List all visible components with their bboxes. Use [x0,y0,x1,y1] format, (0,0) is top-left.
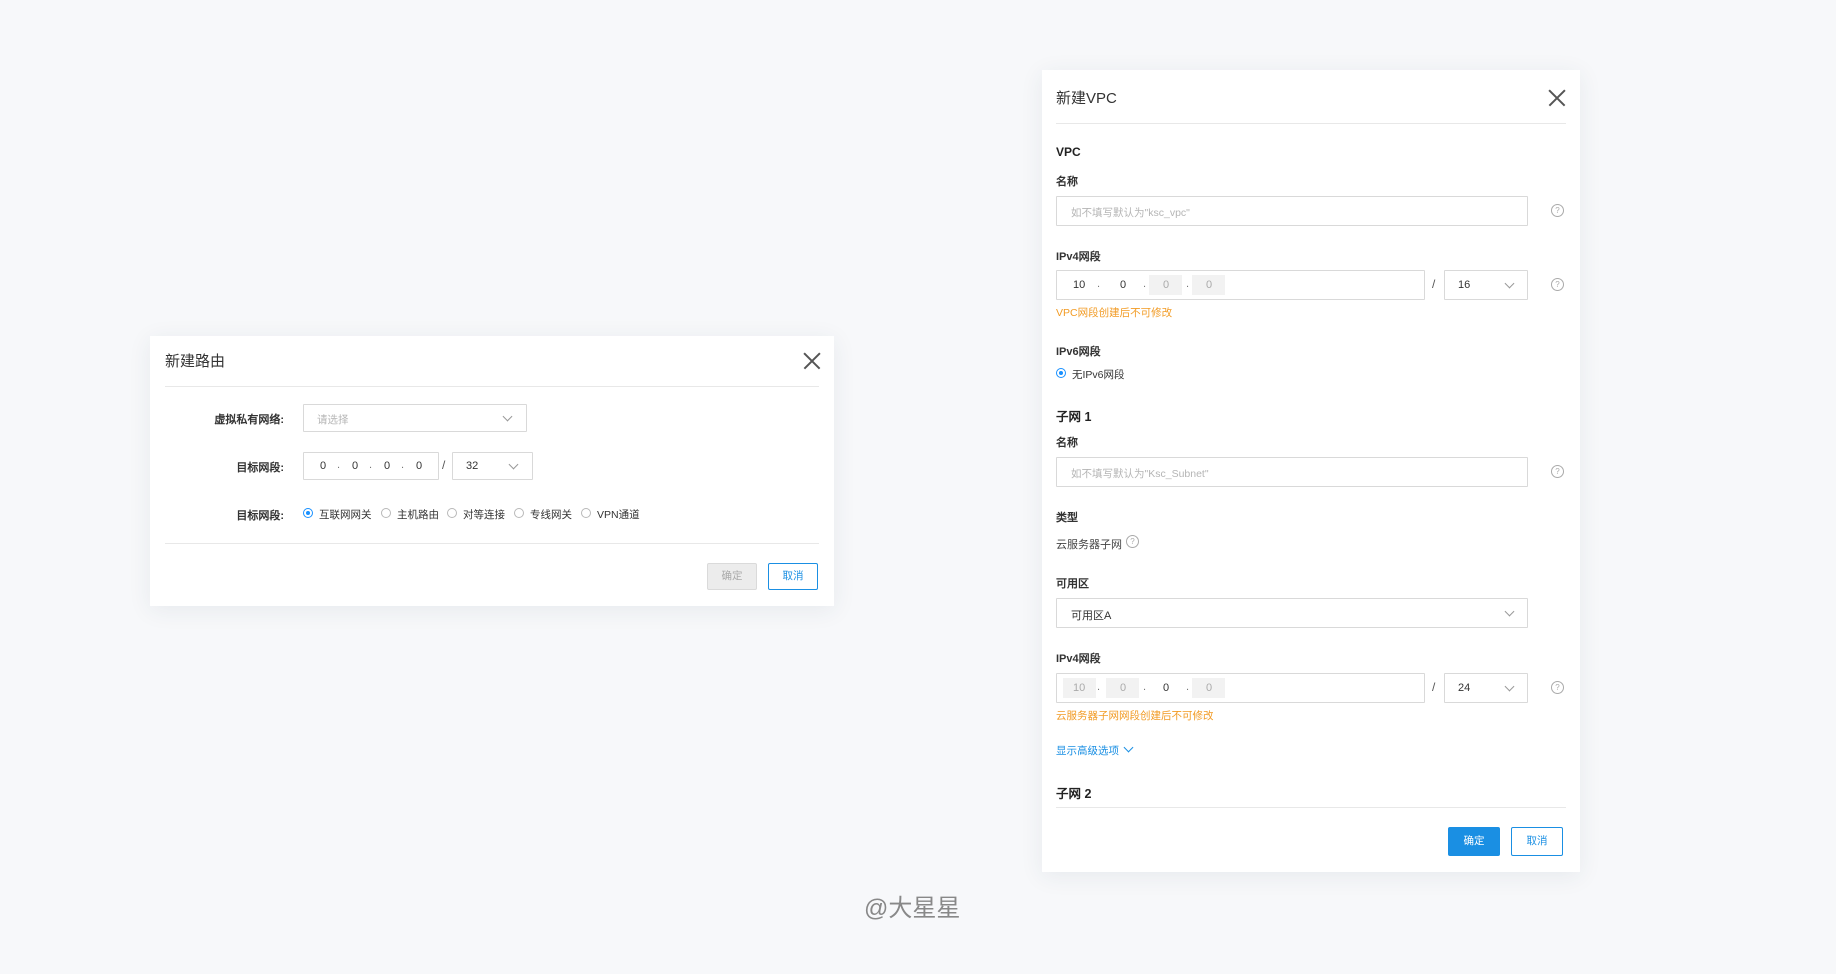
next-hop-label: 目标网段: [236,510,284,522]
close-icon[interactable] [1548,89,1566,107]
vpc-name-input[interactable]: 如不填写默认为"ksc_vpc" [1056,196,1528,226]
name-label: 名称 [1056,176,1078,188]
dialog-title: 新建VPC [1056,90,1117,107]
radio-vpn[interactable] [581,508,591,518]
help-icon[interactable]: ? [1551,278,1564,291]
section-subnet-2: 子网 2 [1056,787,1092,801]
ip-octet-1[interactable]: 10 [1073,279,1085,291]
vpc-name-placeholder: 如不填写默认为"ksc_vpc" [1071,207,1190,219]
ipv4-warning: VPC网段创建后不可修改 [1056,307,1173,319]
ip-octet-1: 10 [1073,682,1086,694]
new-vpc-dialog: 新建VPC VPC 名称 如不填写默认为"ksc_vpc" ? IPv4网段 1… [1042,70,1580,872]
radio-peering[interactable] [447,508,457,518]
ip-dot: . [369,459,373,471]
ip-octet-1[interactable]: 0 [320,460,326,472]
close-icon[interactable] [803,352,821,370]
chevron-down-icon [1123,742,1134,753]
subnet-name-placeholder: 如不填写默认为"Ksc_Subnet" [1071,468,1209,480]
radio-label: 主机路由 [397,509,439,521]
subnet-name-input[interactable]: 如不填写默认为"Ksc_Subnet" [1056,457,1528,487]
ip-input[interactable]: 0 . 0 . 0 . 0 [303,452,439,480]
watermark: @大星星 [864,895,961,922]
chevron-down-icon [1504,681,1515,692]
advanced-link-label: 显示高级选项 [1056,745,1119,757]
help-icon[interactable]: ? [1551,681,1564,694]
mask-value: 24 [1458,682,1471,694]
ip-dot: . [1097,681,1101,693]
radio-label: VPN通道 [597,509,640,521]
ipv4-label: IPv4网段 [1056,251,1101,263]
mask-select[interactable]: 32 [452,452,533,480]
radio-no-ipv6[interactable] [1056,368,1066,378]
ip-dot: . [1143,278,1147,290]
ip-dot: . [401,459,405,471]
ip-octet-2: 0 [1120,682,1127,694]
divider [1056,123,1566,124]
help-icon[interactable]: ? [1551,204,1564,217]
ip-octet-2[interactable]: 0 [1120,279,1126,291]
ok-button[interactable]: 确定 [1448,827,1500,856]
dialog-title: 新建路由 [165,353,226,370]
target-label: 目标网段: [236,462,284,474]
az-value: 可用区A [1071,610,1112,622]
divider [165,386,819,387]
subnet-ipv4-label: IPv4网段 [1056,653,1101,665]
mask-slash: / [442,458,446,472]
ipv6-label: IPv6网段 [1056,346,1101,358]
ip-octet-3[interactable]: 0 [384,460,390,472]
radio-direct-connect[interactable] [514,508,524,518]
radio-label: 互联网网关 [319,509,372,521]
vpc-ipv4-input[interactable]: 10 . 0 . 0 . 0 [1056,270,1425,300]
ip-dot: . [1186,278,1190,290]
subnet-mask-select[interactable]: 24 [1444,673,1528,703]
ip-dot: . [337,459,341,471]
chevron-down-icon [1504,278,1515,289]
mask-slash: / [1432,277,1436,291]
vpc-label: 虚拟私有网络: [214,414,284,426]
ip-octet-4: 0 [1206,279,1213,291]
radio-label: 对等连接 [463,509,505,521]
ip-octet-3[interactable]: 0 [1163,682,1169,694]
cancel-button[interactable]: 取消 [768,563,818,590]
ip-octet-2[interactable]: 0 [352,460,358,472]
mask-value: 32 [466,460,479,472]
ip-dot: . [1186,681,1190,693]
cancel-button[interactable]: 取消 [1511,827,1563,856]
radio-host-route[interactable] [381,508,391,518]
help-icon[interactable]: ? [1126,535,1139,548]
type-label: 类型 [1056,512,1078,524]
divider [1056,807,1566,808]
help-icon[interactable]: ? [1551,465,1564,478]
section-vpc: VPC [1056,145,1081,159]
divider [165,543,819,544]
type-value: 云服务器子网 [1056,539,1122,551]
subnet-ipv4-input[interactable]: 10 . 0 . 0 . 0 [1056,673,1425,703]
vpc-placeholder: 请选择 [317,414,349,426]
mask-slash: / [1432,680,1436,694]
radio-internet-gateway[interactable] [303,508,313,518]
subnet-warning: 云服务器子网网段创建后不可修改 [1056,710,1214,722]
az-select[interactable]: 可用区A [1056,598,1528,628]
ip-octet-4[interactable]: 0 [416,460,422,472]
section-subnet-1: 子网 1 [1056,410,1092,424]
vpc-mask-select[interactable]: 16 [1444,270,1528,300]
new-route-dialog: 新建路由 虚拟私有网络: 请选择 目标网段: 0 . 0 . 0 . 0 / 3… [150,336,834,606]
mask-value: 16 [1458,279,1471,291]
radio-label: 专线网关 [530,509,572,521]
ip-octet-3: 0 [1163,279,1170,291]
ip-dot: . [1097,278,1101,290]
ip-octet-4: 0 [1206,682,1213,694]
ip-dot: . [1143,681,1147,693]
radio-label: 无IPv6网段 [1072,369,1125,381]
subnet-name-label: 名称 [1056,437,1078,449]
az-label: 可用区 [1056,578,1089,590]
chevron-down-icon [508,459,519,470]
chevron-down-icon [502,411,513,422]
ok-button[interactable]: 确定 [707,563,757,590]
show-advanced-link[interactable]: 显示高级选项 [1056,742,1134,758]
vpc-select[interactable]: 请选择 [303,404,527,432]
chevron-down-icon [1504,606,1515,617]
